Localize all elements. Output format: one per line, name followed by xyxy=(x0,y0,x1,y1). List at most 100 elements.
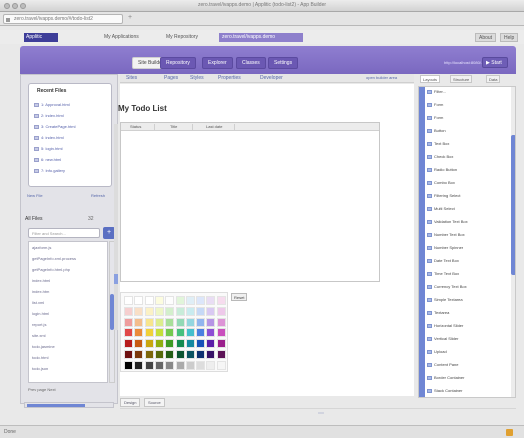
left-hscroll-thumb[interactable] xyxy=(27,404,85,407)
color-swatch[interactable] xyxy=(175,339,185,349)
tool-properties[interactable]: Properties xyxy=(218,75,241,81)
widget-item[interactable]: Vertical Slider xyxy=(427,336,511,344)
todo-grid[interactable]: Status Title Last date xyxy=(120,122,380,282)
file-list-item[interactable]: index.html xyxy=(32,278,50,283)
tab-settings[interactable]: Settings xyxy=(268,57,299,69)
widget-item[interactable]: Text Box xyxy=(427,141,511,149)
tab-design[interactable]: Design xyxy=(120,398,141,407)
color-swatch[interactable] xyxy=(144,317,154,327)
color-swatch[interactable] xyxy=(196,296,206,305)
left-hscrollbar[interactable] xyxy=(24,402,114,408)
color-swatch[interactable] xyxy=(216,296,226,305)
color-swatch[interactable] xyxy=(144,306,154,316)
color-swatch[interactable] xyxy=(216,306,226,316)
toolbar-right-link[interactable]: open builder area xyxy=(366,75,397,80)
color-swatch[interactable] xyxy=(134,360,144,370)
splitter-grip[interactable] xyxy=(114,274,118,284)
color-swatch[interactable] xyxy=(134,296,144,305)
file-list-item[interactable]: todo.html xyxy=(32,355,48,360)
color-swatch[interactable] xyxy=(154,317,164,327)
resize-handle-icon[interactable]: ⋯ xyxy=(318,410,324,417)
color-swatch[interactable] xyxy=(196,350,206,359)
col-status[interactable]: Status xyxy=(127,124,155,130)
file-list-item[interactable]: todo.jasmine xyxy=(32,344,55,349)
tab-repository[interactable]: Repository xyxy=(160,57,196,69)
color-swatch[interactable] xyxy=(165,317,175,327)
color-swatch[interactable] xyxy=(154,328,164,338)
widget-item[interactable]: Form xyxy=(427,102,511,110)
color-swatch[interactable] xyxy=(196,317,206,327)
file-list-item[interactable]: getPageInfo.html.php xyxy=(32,267,70,272)
color-swatch[interactable] xyxy=(154,360,164,370)
widget-item[interactable]: Currency Text Box xyxy=(427,284,511,292)
widget-item[interactable]: Multi Select xyxy=(427,206,511,214)
color-swatch[interactable] xyxy=(206,317,216,327)
recent-file-item[interactable]: 2: index.html xyxy=(34,113,64,118)
tool-styles[interactable]: Styles xyxy=(190,75,204,81)
recent-file-item[interactable]: 5: login.html xyxy=(34,146,63,151)
tab-classes[interactable]: Classes xyxy=(236,57,266,69)
widget-item[interactable]: Button xyxy=(427,128,511,136)
widget-item[interactable]: Check Box xyxy=(427,154,511,162)
new-file-link[interactable]: New File xyxy=(27,193,43,198)
color-swatch[interactable] xyxy=(134,306,144,316)
color-swatch[interactable] xyxy=(175,306,185,316)
tab-source[interactable]: Source xyxy=(144,398,165,407)
file-list-item[interactable]: login.html xyxy=(32,311,49,316)
color-swatch[interactable] xyxy=(206,306,216,316)
help-button[interactable]: Help xyxy=(500,33,519,42)
new-tab-icon[interactable]: + xyxy=(128,14,132,21)
start-button[interactable]: ▶ Start xyxy=(482,57,508,68)
tool-developer[interactable]: Developer xyxy=(260,75,283,81)
color-swatch[interactable] xyxy=(154,306,164,316)
widget-item[interactable]: Time Text Box xyxy=(427,271,511,279)
tab-data[interactable]: Data xyxy=(486,75,501,83)
color-swatch[interactable] xyxy=(165,350,175,359)
color-swatch[interactable] xyxy=(196,339,206,349)
color-swatch[interactable] xyxy=(206,360,216,370)
color-swatch[interactable] xyxy=(175,350,185,359)
color-swatch[interactable] xyxy=(185,296,195,305)
color-swatch[interactable] xyxy=(175,360,185,370)
color-swatch[interactable] xyxy=(134,350,144,359)
recent-file-item[interactable]: 3: CreatePage.html xyxy=(34,124,75,129)
widget-item[interactable]: Upload xyxy=(427,349,511,357)
color-swatch[interactable] xyxy=(206,350,216,359)
warning-icon[interactable] xyxy=(506,429,513,436)
color-swatch[interactable] xyxy=(154,296,164,305)
color-swatch[interactable] xyxy=(144,296,154,305)
file-list-item[interactable]: getPageInfo.xml.process xyxy=(32,256,76,261)
recent-file-item[interactable]: 6: new.html xyxy=(34,157,61,162)
widget-item[interactable]: Border Container xyxy=(427,375,511,383)
col-last-date[interactable]: Last date xyxy=(203,124,235,130)
color-swatch[interactable] xyxy=(196,360,206,370)
file-list-item[interactable]: ajaxform.js xyxy=(32,245,51,250)
canvas-splitter[interactable] xyxy=(114,124,118,330)
url-field[interactable]: zero.travel/ivapps.demo/#/todo-list2 xyxy=(3,14,123,24)
tab-structure[interactable]: Structure xyxy=(450,75,473,83)
color-swatch[interactable] xyxy=(185,328,195,338)
color-swatch[interactable] xyxy=(165,360,175,370)
widget-item[interactable]: Validation Text Box xyxy=(427,219,511,227)
tool-pages[interactable]: Pages xyxy=(164,75,178,81)
color-swatch[interactable] xyxy=(144,360,154,370)
color-swatch[interactable] xyxy=(185,306,195,316)
widget-item[interactable]: Stack Container xyxy=(427,388,511,396)
color-swatch[interactable] xyxy=(144,350,154,359)
color-swatch[interactable] xyxy=(144,328,154,338)
widget-item[interactable]: Simple Textarea xyxy=(427,297,511,305)
recent-file-item[interactable]: 7: Info.gallery xyxy=(34,168,65,173)
color-swatch[interactable] xyxy=(124,328,133,338)
color-swatch[interactable] xyxy=(124,296,133,305)
app-title[interactable]: My Todo List xyxy=(118,104,167,113)
color-swatch[interactable] xyxy=(165,306,175,316)
widget-item[interactable]: Filtering Select xyxy=(427,193,511,201)
color-swatch[interactable] xyxy=(216,350,226,359)
palette-reset-button[interactable]: Reset xyxy=(231,293,247,301)
color-swatch[interactable] xyxy=(185,317,195,327)
color-swatch[interactable] xyxy=(216,339,226,349)
color-swatch[interactable] xyxy=(124,306,133,316)
tab-layouts[interactable]: Layouts xyxy=(420,75,441,83)
widget-item[interactable]: Number Spinner xyxy=(427,245,511,253)
color-swatch[interactable] xyxy=(144,339,154,349)
